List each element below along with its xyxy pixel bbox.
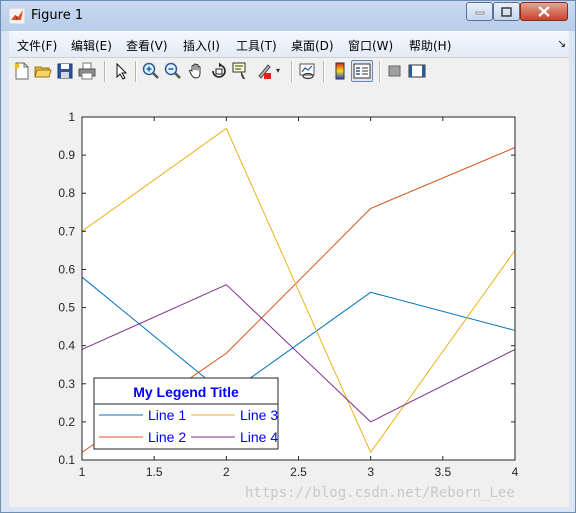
legend-icon [353, 63, 371, 79]
title-bar[interactable]: Figure 1 [1, 1, 575, 31]
y-tick-label: 0.7 [58, 224, 75, 238]
y-tick-label: 0.4 [58, 339, 75, 353]
figure-toolbar: ▾ [9, 57, 569, 86]
close-button[interactable] [520, 2, 568, 21]
y-tick-label: 0.8 [58, 186, 75, 200]
new-figure-icon[interactable] [13, 62, 31, 80]
menu-edit[interactable]: 编辑(E) [71, 37, 112, 54]
zoom-out-icon[interactable] [164, 62, 182, 80]
legend-label-3: Line 3 [240, 407, 278, 423]
y-tick-label: 0.2 [58, 415, 75, 429]
x-tick-label: 3 [367, 465, 374, 479]
brush-icon[interactable] [255, 62, 273, 80]
y-tick-label: 0.6 [58, 262, 75, 276]
y-tick-label: 0.9 [58, 148, 75, 162]
menu-tools[interactable]: 工具(T) [236, 37, 277, 54]
save-icon[interactable] [56, 62, 74, 80]
menu-view[interactable]: 查看(V) [126, 37, 168, 54]
close-icon [538, 6, 550, 17]
watermark-text: https://blog.csdn.net/Reborn_Lee [245, 485, 515, 501]
x-tick-label: 1 [79, 465, 86, 479]
open-file-icon[interactable] [34, 62, 52, 80]
link-plot-icon[interactable] [299, 62, 317, 80]
y-tick-label: 0.1 [58, 453, 75, 467]
legend-label-1: Line 1 [148, 407, 186, 423]
line-chart: 1 1.5 2 2.5 3 3.5 4 0.1 0.2 0.3 0.4 0.5 0.6 0.7 0.8 0.9… [58, 110, 519, 479]
window-title: Figure 1 [31, 8, 84, 23]
pointer-icon[interactable] [112, 62, 130, 80]
minimize-button[interactable] [466, 2, 493, 21]
menu-file[interactable]: 文件(F) [17, 37, 57, 54]
legend-label-2: Line 2 [148, 429, 186, 445]
y-tick-label: 0.5 [58, 301, 75, 315]
legend-label-4: Line 4 [240, 429, 278, 445]
toolbar-separator [135, 61, 137, 82]
menu-help[interactable]: 帮助(H) [409, 37, 451, 54]
print-icon[interactable] [78, 62, 96, 80]
dock-arrow-icon[interactable]: ↘ [557, 37, 566, 50]
menu-desktop[interactable]: 桌面(D) [291, 37, 334, 54]
x-tick-label: 2.5 [290, 465, 307, 479]
zoom-in-icon[interactable] [142, 62, 160, 80]
hide-plot-tools-icon[interactable] [386, 62, 404, 80]
x-tick-label: 4 [512, 465, 519, 479]
x-tick-label: 3.5 [434, 465, 451, 479]
rotate-3d-icon[interactable] [210, 62, 228, 80]
show-plot-tools-icon[interactable] [408, 62, 426, 80]
toolbar-separator [323, 61, 325, 82]
toolbar-separator [104, 61, 106, 82]
menu-window[interactable]: 窗口(W) [348, 37, 393, 54]
y-tick-label: 0.3 [58, 377, 75, 391]
toolbar-separator [379, 61, 381, 82]
x-tick-label: 2 [223, 465, 230, 479]
colorbar-icon[interactable] [331, 62, 349, 80]
pan-icon[interactable] [187, 62, 205, 80]
brush-dropdown-icon[interactable]: ▾ [276, 66, 280, 75]
y-tick-label: 1 [68, 110, 75, 124]
data-cursor-icon[interactable] [232, 62, 250, 80]
menu-insert[interactable]: 插入(I) [183, 37, 220, 54]
menu-bar: 文件(F) 编辑(E) 查看(V) 插入(I) 工具(T) 桌面(D) 窗口(W… [9, 31, 569, 57]
legend-title: My Legend Title [133, 384, 239, 400]
maximize-icon [501, 6, 512, 17]
x-tick-label: 1.5 [146, 465, 163, 479]
figure-canvas: 1 1.5 2 2.5 3 3.5 4 0.1 0.2 0.3 0.4 0.5 0.6 0.7 0.8 0.9… [9, 85, 569, 507]
matlab-icon [9, 8, 25, 24]
toolbar-separator [291, 61, 293, 82]
minimize-icon [475, 11, 484, 14]
figure-window: Figure 1 文件(F) 编辑(E) 查看(V) 插入(I) 工具(T) 桌… [0, 0, 576, 513]
maximize-button[interactable] [493, 2, 520, 21]
legend-button[interactable] [351, 60, 373, 82]
